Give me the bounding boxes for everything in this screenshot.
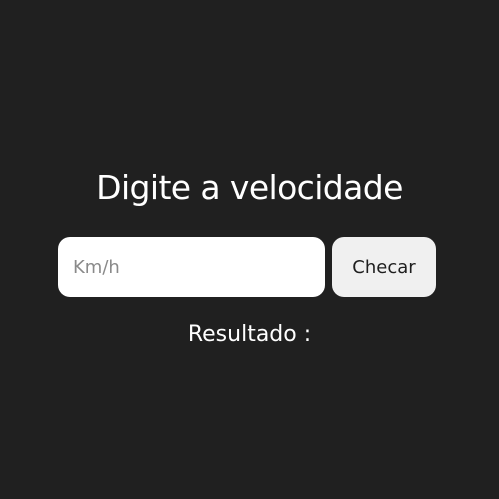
speed-input[interactable] xyxy=(58,237,325,297)
speed-checker-page: Digite a velocidade Checar Resultado : xyxy=(0,0,499,499)
result-text: Resultado : xyxy=(187,322,312,347)
speed-form: Checar xyxy=(58,237,436,297)
check-button[interactable]: Checar xyxy=(332,237,436,297)
page-title: Digite a velocidade xyxy=(96,168,403,207)
